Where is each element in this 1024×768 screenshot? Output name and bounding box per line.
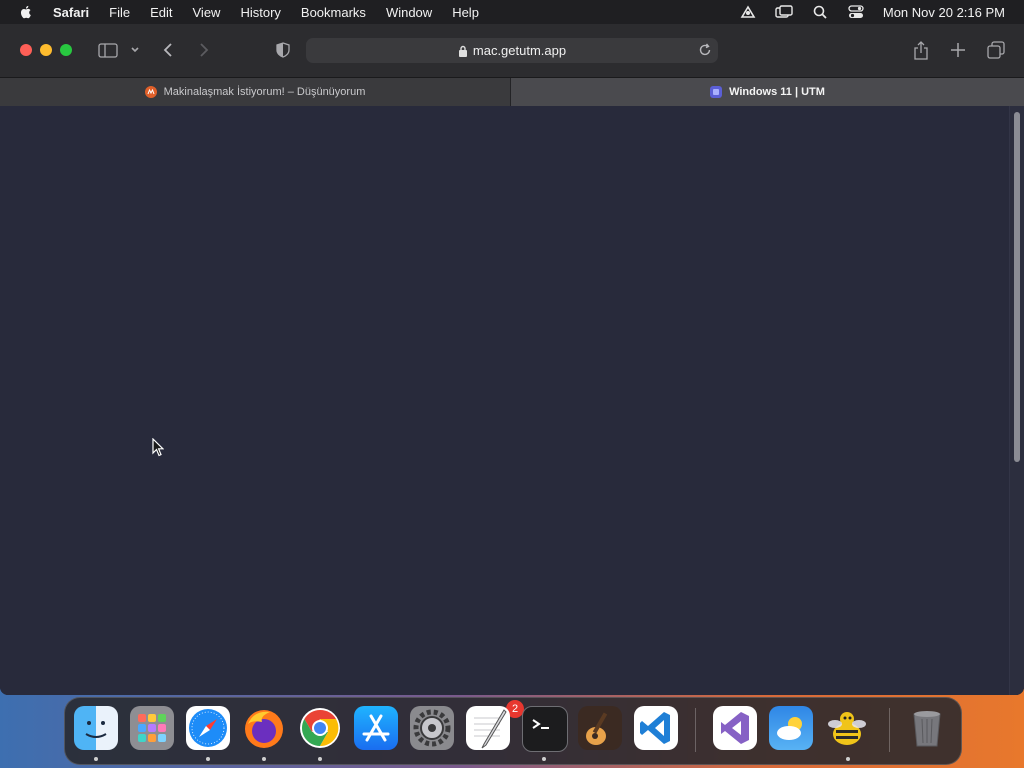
lock-icon — [458, 45, 467, 57]
textedit-icon[interactable] — [466, 706, 510, 750]
dock-separator — [889, 708, 890, 752]
garageband-icon[interactable] — [578, 706, 622, 750]
menu-app-name[interactable]: Safari — [53, 5, 89, 20]
minimize-window-button[interactable] — [40, 44, 52, 56]
page-content[interactable] — [0, 106, 1024, 695]
finder-running-dot — [94, 757, 98, 761]
cyberduck-icon[interactable] — [825, 706, 869, 750]
chrome-running-dot — [318, 757, 322, 761]
site-favicon-icon — [144, 86, 157, 98]
firefox-icon[interactable] — [242, 706, 286, 750]
menu-bookmarks[interactable]: Bookmarks — [301, 5, 366, 20]
tab-overview-icon[interactable] — [986, 40, 1006, 60]
cyberduck-running-dot — [846, 757, 850, 761]
menu-file[interactable]: File — [109, 5, 130, 20]
privacy-shield-icon[interactable] — [275, 40, 291, 60]
dock: 2 — [64, 697, 962, 765]
scrollbar-thumb[interactable] — [1014, 112, 1020, 462]
reload-icon[interactable] — [698, 43, 712, 57]
menu-help[interactable]: Help — [452, 5, 479, 20]
address-bar-url: mac.getutm.app — [472, 43, 567, 58]
mouse-pointer-icon — [152, 438, 164, 457]
browser-window: mac.getutm.app Makinalaşmak İstiyorum! –… — [0, 24, 1024, 695]
safari-dock-icon[interactable] — [186, 706, 230, 750]
utm-favicon-icon — [710, 86, 723, 98]
weather-icon[interactable] — [769, 706, 813, 750]
launchpad-icon[interactable] — [130, 706, 174, 750]
system-settings-icon[interactable] — [410, 706, 454, 750]
menu-history[interactable]: History — [240, 5, 280, 20]
address-bar[interactable]: mac.getutm.app — [306, 38, 718, 63]
menu-clock[interactable]: Mon Nov 20 2:16 PM — [883, 5, 1005, 20]
forward-icon[interactable] — [197, 40, 211, 60]
safari-running-dot — [206, 757, 210, 761]
screen-mirroring-icon[interactable] — [775, 4, 793, 20]
browser-toolbar: mac.getutm.app — [0, 24, 1024, 77]
tab-group-chevron-down-icon[interactable] — [129, 40, 141, 60]
vscode-icon[interactable] — [634, 706, 678, 750]
spotlight-search-icon[interactable] — [811, 4, 829, 20]
terminal-running-dot — [542, 757, 546, 761]
share-icon[interactable] — [912, 40, 930, 60]
sidebar-toggle-icon[interactable] — [97, 40, 119, 60]
apple-icon[interactable] — [18, 4, 34, 20]
close-window-button[interactable] — [20, 44, 32, 56]
firefox-running-dot — [262, 757, 266, 761]
control-center-icon[interactable] — [847, 4, 865, 20]
tab-label: Makinalaşmak İstiyorum! – Düşünüyorum — [163, 86, 366, 98]
finder-icon[interactable] — [74, 706, 118, 750]
chrome-icon[interactable] — [298, 706, 342, 750]
back-icon[interactable] — [161, 40, 175, 60]
menu-bar: Safari File Edit View History Bookmarks … — [0, 0, 1024, 24]
tab-bar: Makinalaşmak İstiyorum! – Düşünüyorum Wi… — [0, 77, 1024, 106]
cyberduck-status-icon[interactable] — [739, 4, 757, 20]
trash-icon[interactable] — [905, 706, 949, 750]
zoom-window-button[interactable] — [60, 44, 72, 56]
new-tab-plus-icon[interactable] — [949, 40, 967, 60]
tab-windows-11-utm[interactable]: Windows 11 | UTM — [511, 78, 1024, 106]
tab-label: Windows 11 | UTM — [729, 86, 825, 98]
menu-window[interactable]: Window — [386, 5, 432, 20]
tab-makinalasmak[interactable]: Makinalaşmak İstiyorum! – Düşünüyorum — [0, 78, 510, 106]
vertical-scrollbar[interactable] — [1009, 106, 1024, 695]
app-store-icon[interactable] — [354, 706, 398, 750]
menu-view[interactable]: View — [193, 5, 221, 20]
terminal-icon[interactable] — [522, 706, 568, 752]
menu-edit[interactable]: Edit — [150, 5, 172, 20]
visual-studio-icon[interactable] — [713, 706, 757, 750]
dock-separator — [695, 708, 696, 752]
